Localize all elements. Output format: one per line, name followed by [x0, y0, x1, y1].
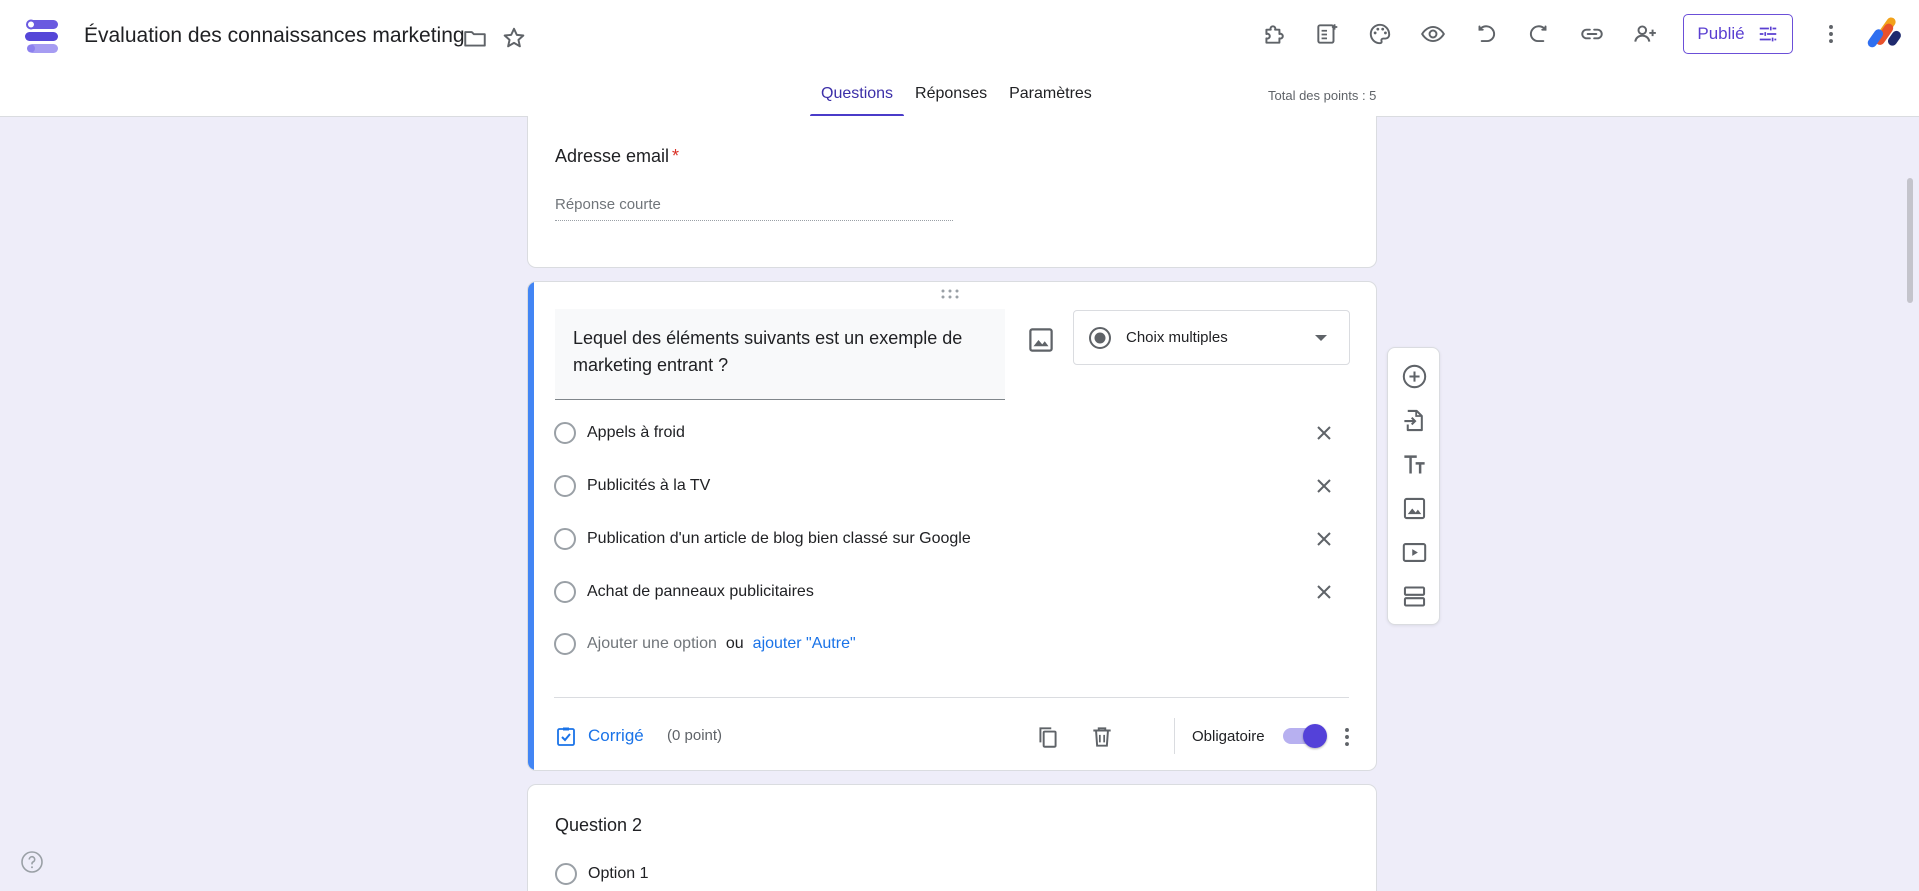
email-label-text: Adresse email	[555, 146, 670, 166]
question-toolbar	[1387, 347, 1440, 625]
more-vert-icon[interactable]	[1816, 19, 1846, 49]
star-icon[interactable]	[499, 23, 529, 53]
redo-icon[interactable]	[1524, 19, 1554, 49]
option-row-4[interactable]: Achat de panneaux publicitaires	[554, 576, 1354, 608]
folder-icon[interactable]	[460, 23, 490, 53]
email-question-card[interactable]: Adresse email * Réponse courte	[527, 116, 1377, 268]
page-scrollbar[interactable]	[1907, 178, 1913, 303]
option-row-1[interactable]: Appels à froid	[554, 417, 1354, 449]
add-option-row: Ajouter une option ou ajouter "Autre"	[554, 628, 1354, 660]
option-label: Option 1	[588, 865, 649, 882]
publish-button[interactable]: Publié	[1683, 14, 1793, 54]
answer-key-icon	[557, 727, 575, 746]
add-image-icon[interactable]	[1026, 325, 1056, 355]
card-divider	[554, 697, 1349, 698]
tab-questions[interactable]: Questions	[810, 84, 905, 117]
points-value: (0 point)	[667, 727, 723, 744]
radio-button	[555, 863, 577, 885]
remove-option-icon[interactable]	[1312, 421, 1336, 445]
total-points: Total des points : 5	[1268, 88, 1377, 103]
form-tabs: Questions Réponses Paramètres	[810, 84, 1103, 117]
add-option-link[interactable]: Ajouter une option	[587, 635, 717, 653]
email-short-answer-field: Réponse courte	[555, 196, 953, 221]
add-video-icon[interactable]	[1401, 539, 1428, 566]
radio-button[interactable]	[554, 528, 576, 550]
palette-icon[interactable]	[1365, 19, 1395, 49]
question-type-label: Choix multiples	[1126, 329, 1228, 346]
quiz-editor-icon[interactable]	[1312, 19, 1342, 49]
addons-icon[interactable]	[1259, 19, 1289, 49]
radio-button[interactable]	[554, 422, 576, 444]
question-card[interactable]: Question 2 Option 1	[527, 784, 1377, 891]
duplicate-icon[interactable]	[1035, 724, 1061, 750]
undo-icon[interactable]	[1471, 19, 1501, 49]
option-label[interactable]: Appels à froid	[587, 424, 685, 442]
tab-responses[interactable]: Réponses	[904, 84, 998, 117]
answer-key-button[interactable]: Corrigé	[554, 724, 644, 748]
forms-logo-icon[interactable]	[22, 17, 62, 57]
add-collaborator-icon[interactable]	[1630, 19, 1660, 49]
link-icon[interactable]	[1577, 19, 1607, 49]
option-row-3[interactable]: Publication d'un article de blog bien cl…	[554, 523, 1354, 555]
footer-separator	[1174, 718, 1175, 754]
add-title-icon[interactable]	[1401, 451, 1428, 478]
account-avatar[interactable]	[1866, 14, 1904, 52]
chevron-down-icon	[1315, 335, 1327, 341]
tune-icon	[1759, 26, 1776, 42]
option-label[interactable]: Publication d'un article de blog bien cl…	[587, 530, 971, 548]
option-label[interactable]: Publicités à la TV	[587, 477, 710, 495]
add-other-link[interactable]: ajouter "Autre"	[753, 635, 856, 653]
top-header: Évaluation des connaissances marketing P…	[0, 0, 1919, 117]
drag-handle-icon[interactable]	[940, 289, 960, 299]
option-row-2[interactable]: Publicités à la TV	[554, 470, 1354, 502]
or-text: ou	[725, 635, 744, 652]
radio-button[interactable]	[554, 581, 576, 603]
remove-option-icon[interactable]	[1312, 580, 1336, 604]
email-label: Adresse email *	[555, 146, 679, 167]
remove-option-icon[interactable]	[1312, 474, 1336, 498]
add-image-icon[interactable]	[1401, 495, 1428, 522]
question-text-input[interactable]: Lequel des éléments suivants est un exem…	[555, 309, 1005, 400]
question-title: Question 2	[555, 815, 643, 835]
radio-checked-icon	[1089, 326, 1111, 349]
form-title[interactable]: Évaluation des connaissances marketing	[84, 24, 465, 48]
publish-label: Publié	[1697, 24, 1745, 43]
preview-icon[interactable]	[1418, 19, 1448, 49]
tab-settings[interactable]: Paramètres	[998, 84, 1103, 117]
radio-button[interactable]	[554, 475, 576, 497]
radio-button	[554, 633, 576, 655]
help-icon[interactable]	[20, 850, 44, 874]
add-section-icon[interactable]	[1401, 583, 1428, 610]
option-row: Option 1	[555, 863, 648, 885]
toggle-knob	[1303, 724, 1327, 748]
remove-option-icon[interactable]	[1312, 527, 1336, 551]
import-questions-icon[interactable]	[1401, 407, 1428, 434]
required-label: Obligatoire	[1192, 728, 1265, 745]
option-label[interactable]: Achat de panneaux publicitaires	[587, 583, 814, 601]
question-footer: Corrigé (0 point) Obligatoire	[554, 716, 1354, 756]
required-toggle[interactable]	[1283, 724, 1327, 748]
more-options-icon[interactable]	[1334, 724, 1360, 750]
question-type-dropdown[interactable]: Choix multiples	[1073, 310, 1350, 365]
add-question-icon[interactable]	[1401, 363, 1428, 390]
required-asterisk: *	[672, 146, 680, 166]
answer-key-label: Corrigé	[588, 726, 644, 745]
delete-icon[interactable]	[1089, 724, 1115, 750]
